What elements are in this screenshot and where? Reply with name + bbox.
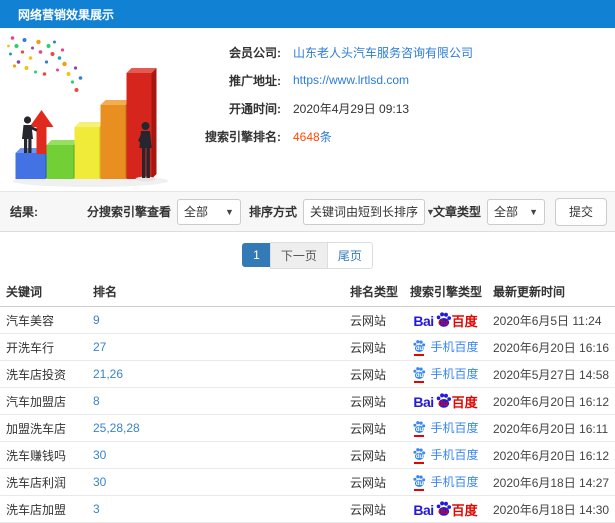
header-engine-type: 搜索引擎类型 — [404, 278, 487, 307]
article-type-select[interactable]: 全部 ▼ — [486, 198, 545, 225]
baidu-logo: Bai du 百度 — [413, 392, 478, 410]
table-row: 加盟洗车店 25,28,28 云网站 du 手机百度 2020年6月20日 16… — [0, 414, 615, 442]
rank-link[interactable]: 30 — [93, 475, 106, 489]
table-row: 洗车店利润 30 云网站 du 手机百度 2020年6月18日 14:27 — [0, 468, 615, 496]
table-row: 洗车店加盟 3 云网站 Bai du 百度 2020年6月18日 14:30 — [0, 495, 615, 523]
updated-cell: 2020年6月20日 16:11 — [487, 414, 615, 442]
promo-url-link[interactable]: https://www.lrtlsd.com — [293, 73, 409, 87]
rank-link[interactable]: 25,28,28 — [93, 421, 140, 435]
updated-cell: 2020年6月20日 16:12 — [487, 387, 615, 415]
mobile-baidu-paw-icon: du — [412, 447, 426, 465]
table-row: 开洗车行 27 云网站 du 手机百度 2020年6月20日 16:16 — [0, 333, 615, 361]
member-company-link[interactable]: 山东老人头汽车服务咨询有限公司 — [293, 44, 473, 61]
rank-type-cell: 云网站 — [344, 306, 404, 334]
rank-type-cell: 云网站 — [344, 468, 404, 496]
info-section: 会员公司: 山东老人头汽车服务咨询有限公司 推广地址: https://www.… — [0, 28, 615, 191]
rank-link[interactable]: 27 — [93, 340, 106, 354]
chevron-down-icon: ▼ — [529, 206, 538, 217]
rank-type-cell: 云网站 — [344, 387, 404, 415]
baidu-paw-icon: du — [435, 392, 452, 409]
keyword-cell: 汽车美容 — [0, 306, 87, 334]
keyword-cell: 洗车店加盟 — [0, 495, 87, 523]
bar-chart-graphic — [7, 36, 169, 187]
filter-bar: 结果: 分搜索引擎查看 全部 ▼ 排序方式 关键词由短到长排序 ▼ 文章类型 全… — [0, 191, 615, 232]
engine-rank-row: 搜索引擎排名: 4648条 — [185, 122, 615, 150]
mobile-baidu-paw-icon: du — [412, 366, 426, 384]
baidu-paw-icon: du — [435, 311, 452, 328]
updated-cell: 2020年5月27日 14:58 — [487, 360, 615, 388]
table-row: 汽车加盟店 8 云网站 Bai du 百度 2020年6月20日 16:12 — [0, 387, 615, 415]
baidu-paw-icon: du — [435, 500, 452, 517]
table-row: 洗车赚钱吗 30 云网站 du 手机百度 2020年6月20日 16:12 — [0, 441, 615, 469]
ranking-table-body: 汽车美容 9 云网站 Bai du 百度 2020年6月5日 11:24 开洗车… — [0, 306, 615, 523]
engine-rank-count: 4648 — [293, 129, 320, 144]
titlebar: 网络营销效果展示 — [0, 0, 615, 28]
rank-type-cell: 云网站 — [344, 414, 404, 442]
page-1-button[interactable]: 1 — [242, 243, 271, 267]
mobile-baidu-paw-icon: du — [412, 420, 426, 438]
submit-button[interactable]: 提交 — [554, 197, 607, 226]
mobile-baidu-logo: du 手机百度 — [412, 473, 479, 492]
rank-type-cell: 云网站 — [344, 441, 404, 469]
engine-filter-select[interactable]: 全部 ▼ — [176, 198, 241, 225]
rank-type-cell: 云网站 — [344, 495, 404, 523]
header-updated-time: 最新更新时间 — [487, 278, 615, 307]
keyword-cell: 开洗车行 — [0, 333, 87, 361]
page-title: 网络营销效果展示 — [18, 7, 115, 22]
updated-cell: 2020年6月18日 14:30 — [487, 495, 615, 523]
baidu-logo: Bai du 百度 — [413, 500, 478, 518]
engine-filter-label: 分搜索引擎查看 — [86, 205, 171, 219]
growth-chart-illustration — [0, 28, 185, 188]
open-time-row: 开通时间: 2020年4月29日 09:13 — [185, 94, 615, 122]
updated-cell: 2020年6月20日 16:16 — [487, 333, 615, 361]
chevron-down-icon: ▼ — [225, 206, 234, 217]
header-rank: 排名 — [87, 278, 344, 307]
member-company-label: 会员公司: — [229, 45, 281, 60]
next-page-button[interactable]: 下一页 — [269, 241, 328, 269]
rank-type-cell: 云网站 — [344, 360, 404, 388]
updated-cell: 2020年6月5日 11:24 — [487, 306, 615, 334]
promo-url-label: 推广地址: — [229, 73, 281, 88]
baidu-logo: Bai du 百度 — [413, 311, 478, 329]
mobile-baidu-paw-icon: du — [412, 474, 426, 492]
pagination: 1 下一页 尾页 — [0, 232, 615, 278]
ranking-table: 关键词 排名 排名类型 搜索引擎类型 最新更新时间 汽车美容 9 云网站 Bai… — [0, 278, 615, 523]
keyword-cell: 洗车赚钱吗 — [0, 441, 87, 469]
table-header-row: 关键词 排名 排名类型 搜索引擎类型 最新更新时间 — [0, 278, 615, 307]
open-time-label: 开通时间: — [229, 101, 281, 116]
rank-link[interactable]: 30 — [93, 448, 106, 462]
sort-select[interactable]: 关键词由短到长排序 ▼ — [302, 198, 435, 225]
updated-cell: 2020年6月18日 14:27 — [487, 468, 615, 496]
mobile-baidu-logo: du 手机百度 — [412, 365, 479, 384]
promo-url-row: 推广地址: https://www.lrtlsd.com — [185, 66, 615, 94]
header-rank-type: 排名类型 — [344, 278, 404, 307]
rank-link[interactable]: 9 — [93, 313, 100, 327]
sort-label: 排序方式 — [248, 205, 297, 219]
rank-link[interactable]: 3 — [93, 502, 100, 516]
mobile-baidu-logo: du 手机百度 — [412, 419, 479, 438]
table-row: 汽车美容 9 云网站 Bai du 百度 2020年6月5日 11:24 — [0, 306, 615, 334]
table-row: 洗车店投资 21,26 云网站 du 手机百度 2020年5月27日 14:58 — [0, 360, 615, 388]
open-time-value: 2020年4月29日 09:13 — [293, 101, 410, 116]
result-label: 结果: — [10, 205, 38, 219]
keyword-cell: 洗车店利润 — [0, 468, 87, 496]
member-company-row: 会员公司: 山东老人头汽车服务咨询有限公司 — [185, 38, 615, 66]
engine-rank-unit-link[interactable]: 条 — [320, 130, 332, 144]
mobile-baidu-logo: du 手机百度 — [412, 446, 479, 465]
mobile-baidu-logo: du 手机百度 — [412, 338, 479, 357]
last-page-button[interactable]: 尾页 — [326, 241, 373, 269]
account-info-panel: 会员公司: 山东老人头汽车服务咨询有限公司 推广地址: https://www.… — [185, 28, 615, 191]
confetti-dots — [7, 36, 83, 92]
keyword-cell: 加盟洗车店 — [0, 414, 87, 442]
keyword-cell: 汽车加盟店 — [0, 387, 87, 415]
engine-rank-label: 搜索引擎排名: — [205, 129, 281, 144]
rank-link[interactable]: 8 — [93, 394, 100, 408]
rank-link[interactable]: 21,26 — [93, 367, 123, 381]
rank-type-cell: 云网站 — [344, 333, 404, 361]
keyword-cell: 洗车店投资 — [0, 360, 87, 388]
header-keyword: 关键词 — [0, 278, 87, 307]
updated-cell: 2020年6月20日 16:12 — [487, 441, 615, 469]
article-type-label: 文章类型 — [432, 205, 481, 219]
mobile-baidu-paw-icon: du — [412, 339, 426, 357]
